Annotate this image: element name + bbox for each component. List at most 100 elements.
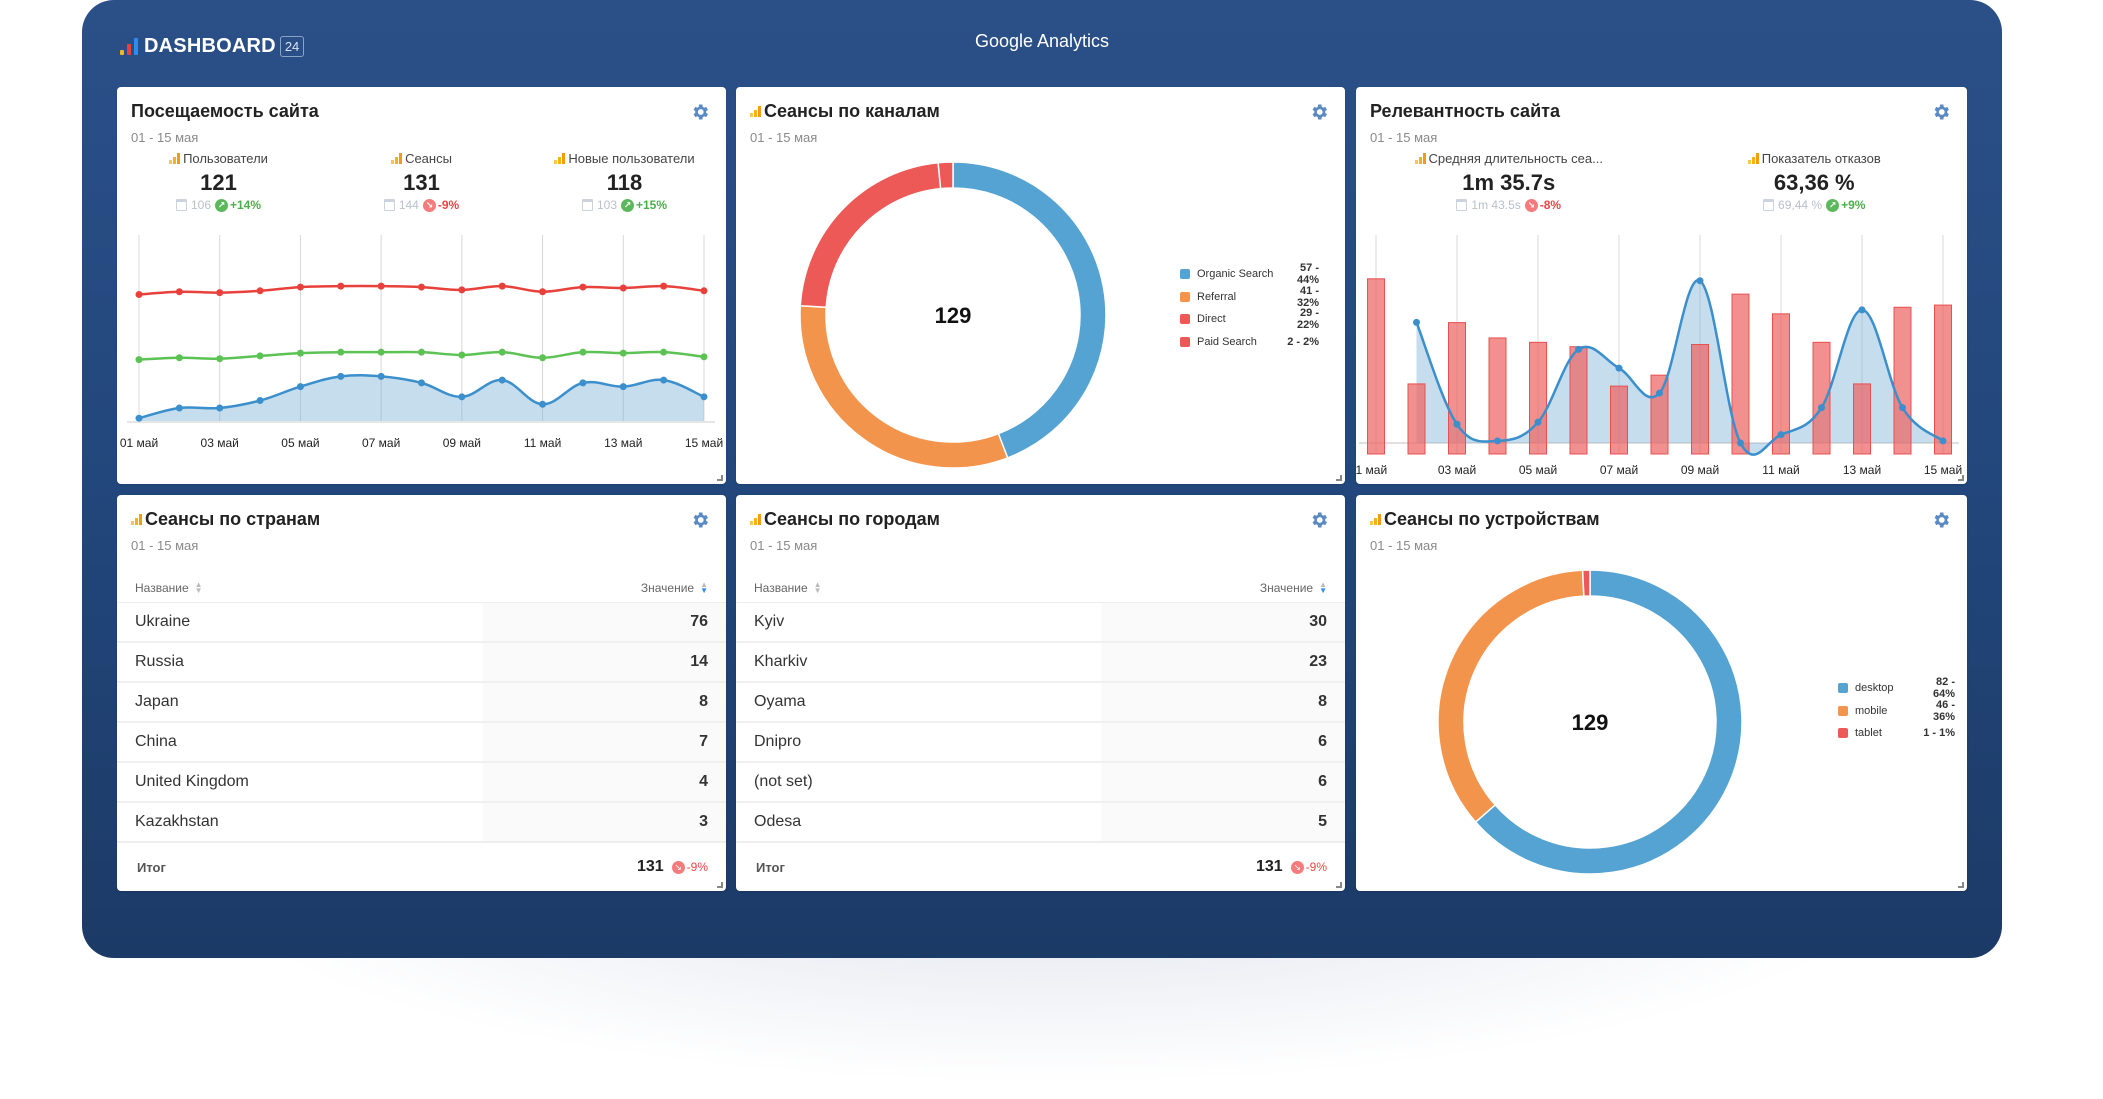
sort-icon[interactable]: ▲ ▼ [814,581,822,595]
table-row[interactable]: Oyama 8 [736,683,1345,723]
data-point [418,348,425,356]
gear-icon[interactable] [1931,102,1951,122]
legend-item[interactable]: Direct 29 - 22% [1180,307,1319,332]
data-point [1453,420,1461,428]
data-point [498,376,506,384]
data-point [256,287,264,295]
calendar-icon [1456,199,1468,211]
total-delta-value: -9% [686,860,708,874]
table-row[interactable]: Dnipro 6 [736,723,1345,763]
resize-handle-icon[interactable] [717,882,723,888]
total-value: 131 [1255,858,1283,875]
card-title: Посещаемость сайта [131,101,319,121]
column-header-value[interactable]: Значение ▲ ▼ [641,581,708,595]
legend-item[interactable]: mobile 46 - 36% [1838,698,1955,723]
trend-down-icon: ↘ [1290,860,1304,874]
x-tick-label: 15 май [1924,463,1962,477]
trend-down-icon: ↘ [671,860,685,874]
kpi-previous: 103 [596,198,617,212]
sort-icon[interactable]: ▲ ▼ [700,581,708,595]
donut-slice [952,161,1107,459]
traffic-line-chart[interactable]: 01 май 03 май 05 май 07 май 09 май 11 май 13 м… [117,225,726,484]
column-header-name[interactable]: Название ▲ ▼ [135,581,203,595]
card-devices: Сеансы по устройствам 01 - 15 мая 129 de… [1356,495,1967,891]
legend-label: Direct [1197,313,1226,326]
data-point [660,282,668,290]
column-header-name[interactable]: Название ▲ ▼ [754,581,822,595]
resize-handle-icon[interactable] [1958,882,1964,888]
data-point [337,282,345,290]
total-label: Итог [137,859,166,875]
table-footer: Итог 131 ↘ -9% [736,841,1345,891]
gear-icon[interactable] [1309,510,1329,530]
resize-handle-icon[interactable] [1336,882,1342,888]
legend-item[interactable]: desktop 82 - 64% [1838,676,1955,701]
calendar-icon [175,199,187,211]
legend-item[interactable]: tablet 1 - 1% [1838,722,1955,745]
kpi-previous: 106 [190,198,211,212]
resize-handle-icon[interactable] [717,475,723,481]
data-point [1534,418,1542,426]
data-point [539,400,547,408]
legend-value: 29 - 22% [1296,307,1319,332]
table-row[interactable]: Kyiv 30 [736,603,1345,643]
table-row[interactable]: China 7 [117,723,726,763]
donut-slice [799,304,1009,469]
resize-handle-icon[interactable] [1958,475,1964,481]
bar [1934,304,1952,455]
data-point [337,348,345,356]
card-title: Сеансы по городам [764,509,940,529]
donut-slice [1581,569,1591,597]
sort-icon[interactable]: ▲ ▼ [195,581,203,595]
data-point [619,284,627,292]
google-analytics-icon [131,514,142,525]
data-point [1615,364,1623,372]
google-analytics-icon [169,153,181,164]
data-point [579,348,587,356]
legend-value: 41 - 32% [1296,284,1319,309]
trend-up-icon: ↗ [621,198,634,212]
sort-icon[interactable]: ▲ ▼ [1319,581,1327,595]
data-point [498,282,506,290]
legend-label: tablet [1855,727,1882,740]
bar [1853,383,1871,455]
table-row[interactable]: Odesa 5 [736,803,1345,843]
table-row[interactable]: Japan 8 [117,683,726,723]
table-row[interactable]: Kharkiv 23 [736,643,1345,683]
legend-value: 1 - 1% [1923,727,1955,740]
gear-icon[interactable] [690,102,710,122]
table-row[interactable]: Kazakhstan 3 [117,803,726,843]
donut-slice [1437,569,1585,824]
legend-label: Referral [1197,290,1237,303]
data-point [539,288,547,296]
bar [1407,383,1426,455]
bar [1529,341,1547,455]
legend-value: 82 - 64% [1932,676,1955,701]
bar [1569,346,1588,455]
table-row[interactable]: United Kingdom 4 [117,763,726,803]
x-tick-label: 13 май [1843,463,1881,477]
table-row[interactable]: Ukraine 76 [117,603,726,643]
x-tick-label: 01 май [120,436,158,450]
table-row[interactable]: (not set) 6 [736,763,1345,803]
relevance-bar-chart[interactable]: 01 май 03 май 05 май 07 май 09 май 11 май 13 м… [1356,225,1967,484]
legend-value: 46 - 36% [1932,698,1955,723]
legend-item[interactable]: Organic Search 57 - 44% [1180,262,1319,286]
data-point [337,372,345,380]
column-label: Значение [1259,580,1314,595]
x-tick-label: 11 май [524,436,561,450]
legend-label: mobile [1855,704,1888,717]
legend-item[interactable]: Paid Search 2 - 2% [1180,331,1319,354]
column-header-value[interactable]: Значение ▲ ▼ [1260,581,1327,595]
x-tick-label: 11 май [1762,463,1799,477]
donut-center-value: 129 [935,303,972,328]
gear-icon[interactable] [690,510,710,530]
kpi-value: 63,36 % [1773,170,1855,195]
resize-handle-icon[interactable] [1336,475,1342,481]
table-row[interactable]: Russia 14 [117,643,726,683]
legend-item[interactable]: Referral 41 - 32% [1180,284,1319,309]
kpi-delta: ↗ +15% [621,198,667,212]
row-name: Kyiv [754,613,785,630]
data-point [1413,318,1420,326]
data-point [216,289,224,297]
